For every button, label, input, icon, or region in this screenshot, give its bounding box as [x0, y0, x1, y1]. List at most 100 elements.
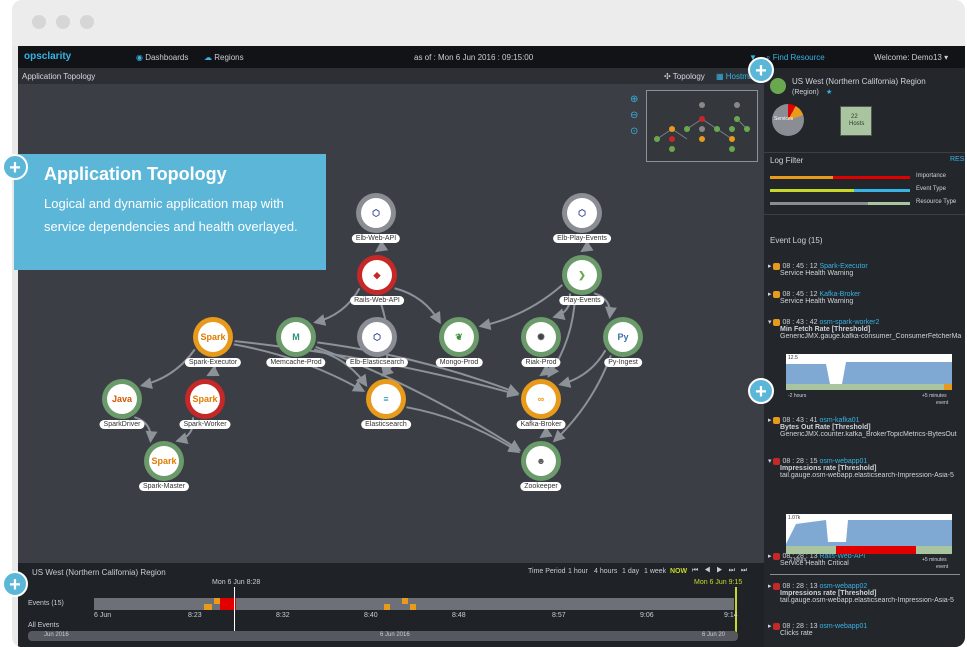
event-marker[interactable]: [384, 604, 390, 610]
event-log-item[interactable]: ▸ 08 : 45 : 12 Kafka-Broker Service Healt…: [768, 290, 963, 305]
events-track[interactable]: [94, 598, 734, 610]
dependency-edge: [406, 406, 521, 454]
chart1-xend: +5 minutes: [922, 393, 947, 399]
spark-icon: Spark: [149, 446, 179, 476]
node-play-events[interactable]: ❯: [562, 255, 602, 295]
node-label: Py-Ingest: [604, 358, 642, 367]
event-source-link[interactable]: osm-webapp01: [819, 458, 867, 465]
event-marker[interactable]: [402, 598, 408, 604]
time-period-label: Time Period: [528, 568, 566, 575]
app-logo[interactable]: opsclarity: [24, 51, 71, 62]
plus-hotspot-eventlog[interactable]: +: [748, 378, 774, 404]
event-log-item[interactable]: ▸ 08 : 28 : 13 osm-webapp01 Clicks rate: [768, 622, 963, 637]
event-log-item[interactable]: ▾ 08 : 43 : 42 osm-spark-worker2 Min Fetc…: [768, 318, 963, 340]
play-icon: ❯: [567, 260, 597, 290]
user-menu[interactable]: Welcome: Demo13 ▾: [874, 53, 948, 62]
node-label: SparkDriver: [99, 420, 145, 429]
timeline-marker-label: Mon 6 Jun 8:28: [212, 579, 261, 586]
event-log-item[interactable]: ▸ 08 : 28 : 13 osm-webapp02 Impressions r…: [768, 582, 963, 604]
event-source-link[interactable]: osm-kafka01: [819, 417, 859, 424]
node-py-ingest[interactable]: Py: [603, 317, 643, 357]
event-source-link[interactable]: osm-webapp02: [819, 583, 867, 590]
divider: [764, 214, 965, 215]
period-now[interactable]: NOW: [670, 568, 687, 575]
callout-body: Logical and dynamic application map with…: [44, 196, 298, 234]
event-marker[interactable]: [410, 604, 416, 610]
window-close-dot[interactable]: [32, 15, 46, 29]
importance-label: Importance: [916, 173, 947, 179]
event-source-link[interactable]: Spark-Executor: [819, 263, 867, 270]
period-4hours[interactable]: 4 hours: [594, 568, 617, 575]
playback-controls-icon[interactable]: ⏮ ◀ ▶ ⏭ ⏭: [692, 567, 749, 575]
node-elb-elasticsearch[interactable]: ⬡: [357, 317, 397, 357]
timeline-tick: 8:23: [188, 612, 202, 619]
node-elasticsearch[interactable]: ≡: [366, 379, 406, 419]
kafka-icon: ∞: [526, 384, 556, 414]
event-description: Min Fetch Rate [Threshold]: [780, 326, 871, 333]
severity-icon: [773, 290, 781, 298]
event-detail: tail.gauge.osm-webapp.elasticsearch-Impr…: [780, 597, 954, 604]
hosts-label: Hosts: [849, 121, 865, 127]
log-filter-title: Log Filter: [770, 156, 804, 165]
dependency-edge: [317, 341, 520, 396]
window-maximize-dot[interactable]: [80, 15, 94, 29]
event-source-link[interactable]: osm-spark-worker2: [819, 319, 879, 326]
node-spark-master[interactable]: Spark: [144, 441, 184, 481]
node-elb-play-events[interactable]: ⬡: [562, 193, 602, 233]
plus-hotspot-timeline[interactable]: +: [2, 571, 28, 597]
event-source-link[interactable]: Kafka-Broker: [819, 291, 860, 298]
chart2-event: event: [936, 564, 949, 570]
period-1hour[interactable]: 1 hour: [568, 568, 588, 575]
chart2-ymax: 1.07k: [788, 515, 801, 521]
services-pie[interactable]: Services: [772, 104, 804, 136]
severity-icon: [773, 416, 781, 424]
node-memcache-prod[interactable]: M: [276, 317, 316, 357]
event-type-filter-bar[interactable]: [770, 189, 910, 192]
dependency-edge: [313, 287, 361, 326]
browser-titlebar: [12, 0, 965, 46]
plus-hotspot-search[interactable]: +: [748, 57, 774, 83]
hosts-tile[interactable]: 22 Hosts: [840, 106, 872, 136]
event-time: 08 : 45 : 12: [782, 263, 820, 270]
elasticsearch-icon: ≡: [371, 384, 401, 414]
event-marker[interactable]: [204, 604, 212, 610]
fetch-rate-chart[interactable]: 12.5: [786, 354, 952, 390]
timeline-cursor[interactable]: [234, 587, 235, 633]
node-spark-executor[interactable]: Spark: [193, 317, 233, 357]
range-scrollbar[interactable]: Jun 2016 6 Jun 2016 6 Jun 20: [28, 631, 738, 641]
event-log-item[interactable]: ▸ 08 : 43 : 41 osm-kafka01 Bytes Out Rate…: [768, 416, 963, 438]
node-spark-worker[interactable]: Spark: [185, 379, 225, 419]
favorite-star-icon[interactable]: ★: [826, 88, 832, 96]
browser-frame: opsclarity ◉ Dashboards ☁ Regions as of …: [12, 0, 965, 647]
node-mongo-prod[interactable]: ❦: [439, 317, 479, 357]
node-kafka-broker[interactable]: ∞: [521, 379, 561, 419]
node-elb-web-api[interactable]: ⬡: [356, 193, 396, 233]
event-source-link[interactable]: osm-webapp01: [819, 623, 867, 630]
find-resource[interactable]: ⌕ Find Resource: [766, 53, 825, 63]
node-rails-web-api[interactable]: ◆: [357, 255, 397, 295]
node-spark-driver[interactable]: Java: [102, 379, 142, 419]
node-zookeeper[interactable]: ☻: [521, 441, 561, 481]
importance-filter-bar[interactable]: [770, 176, 910, 179]
node-label: Elasticsearch: [361, 420, 411, 429]
event-log-item[interactable]: ▾ 08 : 28 : 15 osm-webapp01 Impressions r…: [768, 457, 963, 479]
period-1week[interactable]: 1 week: [644, 568, 666, 575]
dependency-edge: [394, 287, 441, 325]
nav-dashboards[interactable]: ◉ Dashboards: [136, 53, 188, 62]
plus-hotspot-topology[interactable]: +: [2, 154, 28, 180]
nav-regions[interactable]: ☁ Regions: [204, 53, 244, 62]
window-minimize-dot[interactable]: [56, 15, 70, 29]
reset-filter-button[interactable]: RES: [950, 156, 964, 163]
resource-type-filter-bar[interactable]: [770, 202, 910, 205]
timeline-tick: 8:57: [552, 612, 566, 619]
chart1-ymax: 12.5: [788, 355, 798, 361]
event-source-link[interactable]: Rails-Web-API: [819, 553, 865, 560]
node-label: Kafka-Broker: [516, 420, 566, 429]
region-name: US West (Northern California) Region: [792, 77, 926, 86]
event-log-item[interactable]: ▸ 08 : 45 : 12 Spark-Executor Service Hea…: [768, 262, 963, 277]
node-riak-prod[interactable]: ✺: [521, 317, 561, 357]
period-1day[interactable]: 1 day: [622, 568, 639, 575]
impressions-rate-chart[interactable]: 1.07k: [786, 514, 952, 554]
topology-canvas[interactable]: Application Topology ✣ Topology ▦ Hostma…: [18, 68, 764, 563]
timeline-tick: 9:06: [640, 612, 654, 619]
